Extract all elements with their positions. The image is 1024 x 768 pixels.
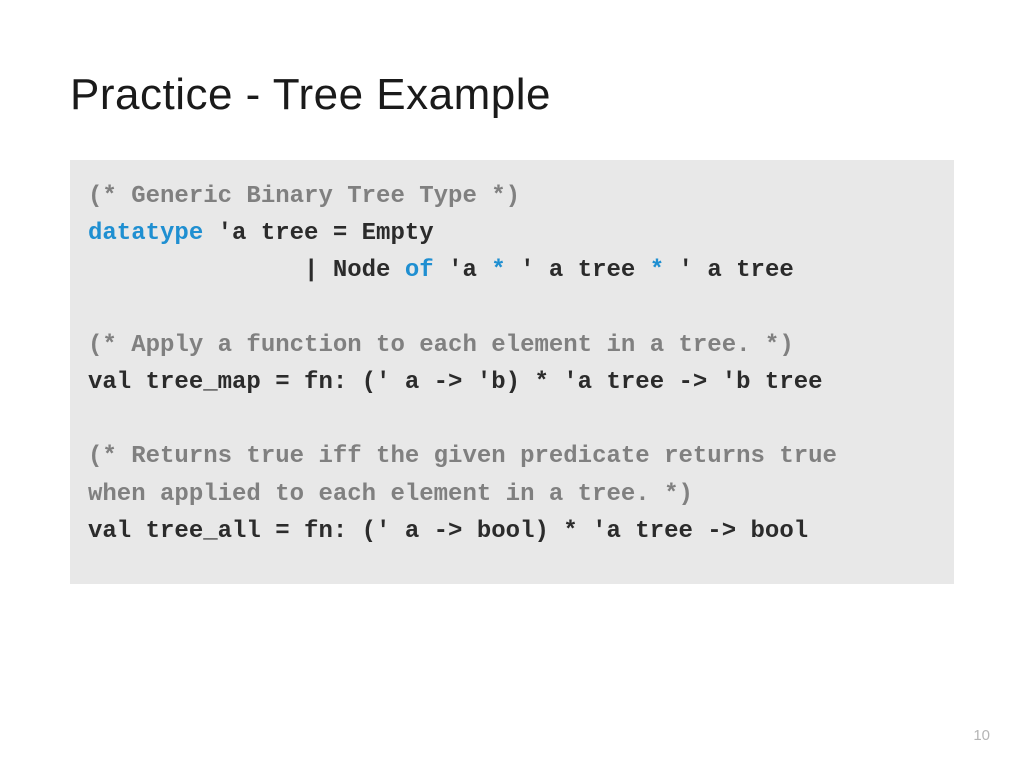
code-comment: (* Generic Binary Tree Type *): [88, 183, 520, 210]
code-text: ' a tree: [506, 257, 650, 284]
code-text: ' a tree: [664, 257, 794, 284]
code-operator: *: [491, 257, 505, 284]
code-comment: when applied to each element in a tree. …: [88, 481, 693, 508]
code-text: | Node: [88, 257, 405, 284]
code-text: 'a: [434, 257, 492, 284]
slide: Practice - Tree Example (* Generic Binar…: [0, 0, 1024, 768]
code-comment: (* Returns true iff the given predicate …: [88, 443, 837, 470]
code-operator: *: [650, 257, 664, 284]
code-keyword: of: [405, 257, 434, 284]
slide-title: Practice - Tree Example: [70, 70, 954, 120]
code-comment: (* Apply a function to each element in a…: [88, 332, 794, 359]
code-text: 'a tree = Empty: [203, 220, 433, 247]
code-keyword: datatype: [88, 220, 203, 247]
code-text: val tree_all = fn: (' a -> bool) * 'a tr…: [88, 518, 808, 545]
code-text: val tree_map = fn: (' a -> 'b) * 'a tree…: [88, 369, 823, 396]
code-block: (* Generic Binary Tree Type *) datatype …: [70, 160, 954, 584]
page-number: 10: [973, 727, 990, 744]
